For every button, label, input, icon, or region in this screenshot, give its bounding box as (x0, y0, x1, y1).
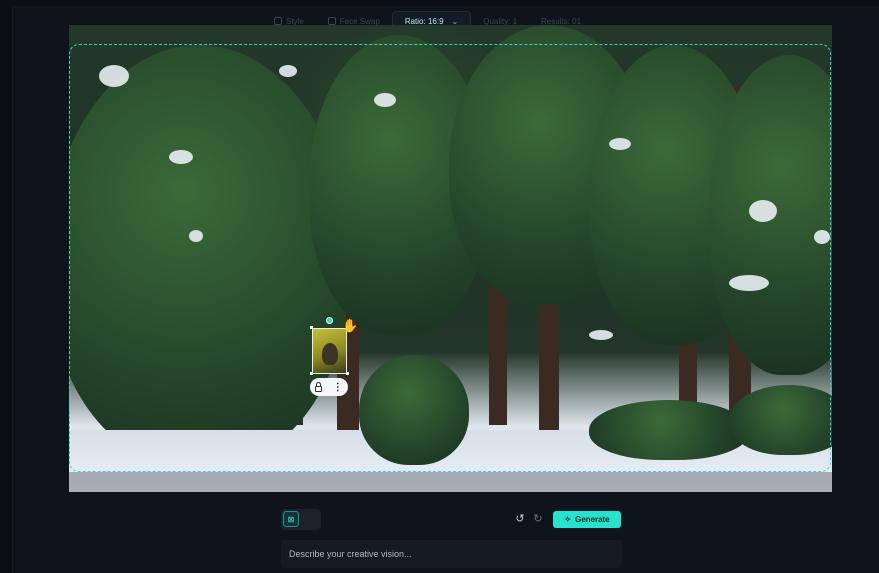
sparkle-icon: ✧ (564, 515, 571, 524)
forest-image (69, 25, 832, 492)
hand-cursor-icon: ✋ (342, 318, 359, 333)
rotate-handle[interactable] (326, 317, 333, 324)
snow-clump (189, 230, 203, 242)
tree-canopy (69, 45, 349, 465)
snow-clump (729, 275, 769, 291)
canvas-bottom-strip (69, 472, 832, 492)
generate-button[interactable]: ✧ Generate (553, 511, 621, 528)
undo-icon[interactable]: ↺ (514, 513, 526, 525)
shrub (589, 400, 749, 460)
style-icon (274, 17, 282, 25)
snow-clump (589, 330, 613, 340)
more-vertical-icon[interactable]: ⋮ (333, 382, 343, 393)
layer-subject (322, 343, 338, 365)
magic-mode-icon[interactable]: ⊠ (283, 511, 299, 527)
lock-icon[interactable] (315, 381, 323, 392)
prompt-input[interactable]: Describe your creative vision... (281, 540, 622, 568)
snow-clump (814, 230, 830, 244)
snow-clump (169, 150, 193, 164)
generate-label: Generate (575, 515, 610, 524)
layer-controls: ⋮ (310, 378, 348, 396)
snow-clump (374, 93, 396, 107)
small-pine (359, 355, 469, 465)
snow-clump (609, 138, 631, 150)
resize-handle[interactable] (310, 372, 313, 375)
redo-icon[interactable]: ↻ (532, 513, 544, 525)
prompt-placeholder: Describe your creative vision... (289, 549, 412, 559)
shrub (729, 385, 832, 455)
resize-handle[interactable] (310, 326, 313, 329)
snow-clump (99, 65, 129, 87)
face-swap-icon (327, 17, 336, 25)
snow-clump (749, 200, 777, 222)
top-edge (12, 0, 879, 6)
sidebar-edge (0, 0, 13, 573)
resize-handle[interactable] (346, 372, 349, 375)
image-layer[interactable] (312, 328, 347, 374)
canvas[interactable] (69, 25, 832, 492)
snow-clump (279, 65, 297, 77)
